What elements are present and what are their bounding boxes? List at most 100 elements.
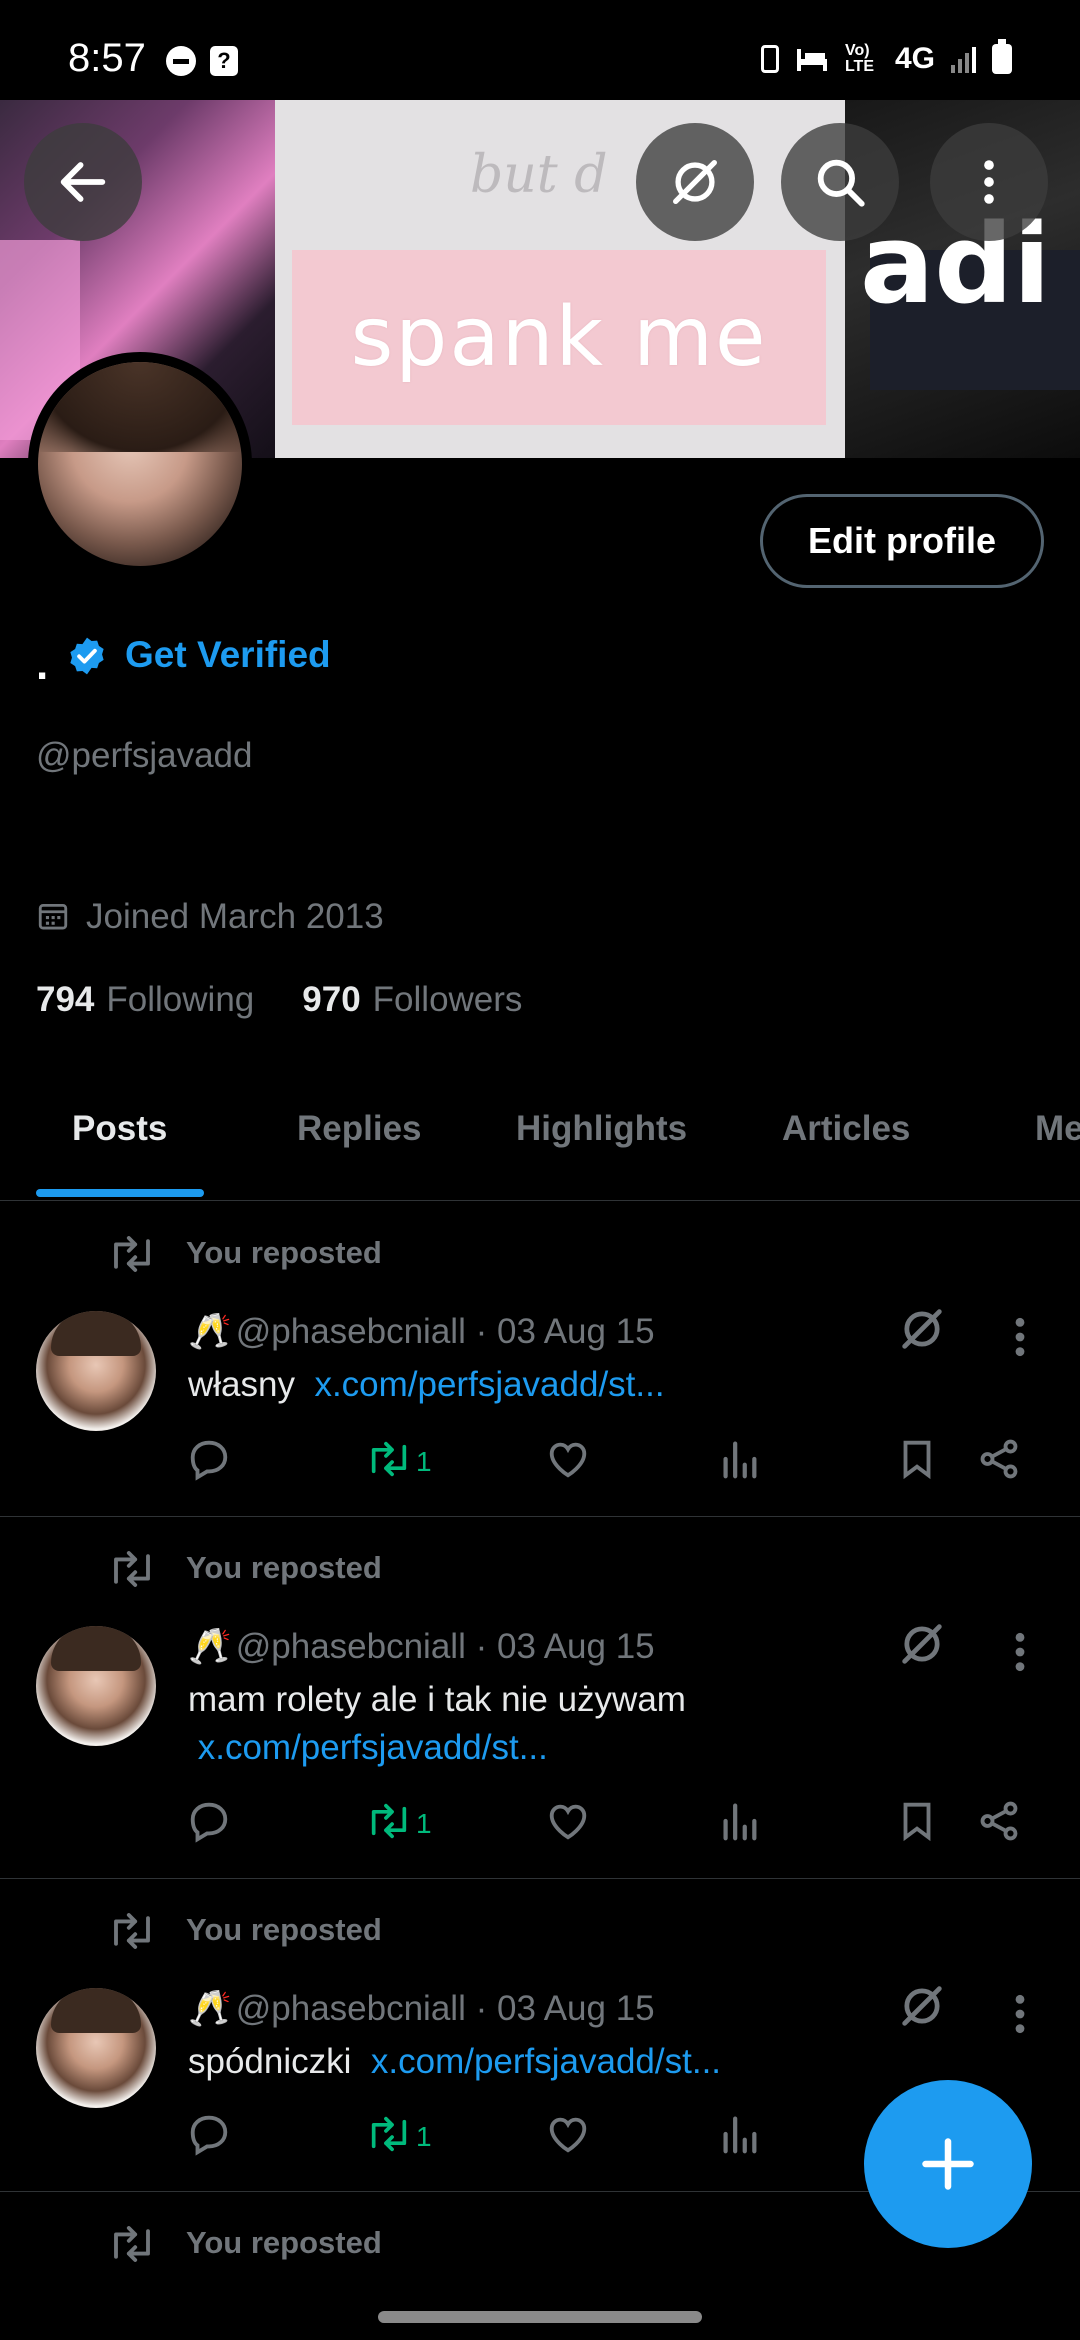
grok-icon[interactable] [896,1303,948,1355]
grok-icon[interactable] [896,1980,948,2032]
following-link[interactable]: 794 Following [36,980,254,1020]
post-more-icon[interactable] [1008,1315,1032,1359]
status-time: 8:57 [68,36,146,80]
views-icon[interactable] [716,2111,762,2157]
status-left-icons: ? [166,46,238,76]
post-author-emoji: 🥂 [188,1989,232,2028]
profile-avatar[interactable] [38,362,242,566]
get-verified-link[interactable]: Get Verified [125,634,331,676]
tab-replies[interactable]: Replies [297,1109,422,1149]
post-avatar[interactable] [36,1311,156,1431]
tab-posts[interactable]: Posts [72,1109,167,1149]
avatar-hair [38,362,242,452]
post-header: 🥂 @phasebcniall · 03 Aug 15 [188,1988,655,2029]
active-tab-indicator [36,1189,204,1197]
repost-icon [114,1551,150,1587]
post-header: 🥂 @phasebcniall · 03 Aug 15 [188,1311,655,1352]
retweet-icon[interactable] [366,1436,412,1482]
repost-icon [114,2226,150,2262]
calendar-icon [38,903,68,930]
status-right-icons: Vo) LTE 4G [760,39,1012,76]
share-icon[interactable] [976,1798,1022,1844]
grok-icon[interactable] [896,1618,948,1670]
repost-label: You reposted [186,1235,382,1270]
post-link[interactable]: x.com/perfsjavadd/st... [314,1365,664,1404]
bookmark-icon[interactable] [894,1798,940,1844]
repost-icon [114,1236,150,1272]
followers-count: 970 [302,980,361,1019]
repost-label: You reposted [186,1912,382,1947]
question-box-icon: ? [210,46,238,76]
post-author-handle[interactable]: @phasebcniall [236,1627,466,1666]
post-more-icon[interactable] [1008,1992,1032,2036]
display-name: . [36,640,49,689]
post-more-icon[interactable] [1008,1630,1032,1674]
verified-badge-icon[interactable] [66,635,108,677]
post-item[interactable]: You reposted 🥂 @phasebcniall · 03 Aug 15… [0,1516,1080,1879]
share-icon[interactable] [976,1436,1022,1482]
retweet-icon[interactable] [366,1798,412,1844]
retweet-icon[interactable] [366,2111,412,2157]
signal-icon [951,45,976,73]
following-count: 794 [36,980,95,1019]
post-header: 🥂 @phasebcniall · 03 Aug 15 [188,1626,655,1667]
following-label: Following [106,980,255,1019]
profile-handle: @perfsjavadd [36,736,253,775]
reply-icon[interactable] [186,1798,232,1844]
post-date: 03 Aug 15 [496,1989,655,2028]
edit-profile-button[interactable]: Edit profile [760,494,1044,588]
like-icon[interactable] [545,1798,591,1844]
tab-articles[interactable]: Articles [782,1109,910,1149]
post-body: własny x.com/perfsjavadd/st... [188,1361,868,1409]
grok-button[interactable] [636,123,754,241]
bookmark-icon[interactable] [894,1436,940,1482]
search-button[interactable] [781,123,899,241]
views-icon[interactable] [716,1798,762,1844]
like-icon[interactable] [545,1436,591,1482]
retweet-count: 1 [416,2121,432,2152]
post-date: 03 Aug 15 [496,1627,655,1666]
retweet-count: 1 [416,1808,432,1839]
bed-icon [796,49,827,71]
post-date: 03 Aug 15 [496,1312,655,1351]
tab-highlights[interactable]: Highlights [516,1109,687,1149]
post-author-handle[interactable]: @phasebcniall [236,1312,466,1351]
views-icon[interactable] [716,1436,762,1482]
banner-faint-text: but d [470,145,608,205]
tab-media[interactable]: Me [1035,1109,1080,1149]
banner-text: spank me [350,290,768,385]
gesture-home-bar[interactable] [378,2311,702,2323]
post-avatar-hair [51,1626,141,1671]
post-avatar[interactable] [36,1988,156,2108]
post-avatar-hair [51,1988,141,2033]
compose-post-button[interactable] [864,2080,1032,2248]
post-link[interactable]: x.com/perfsjavadd/st... [198,1728,548,1767]
post-author-handle[interactable]: @phasebcniall [236,1989,466,2028]
network-label: 4G [894,42,935,75]
arrow-left-icon [60,162,106,202]
post-body: mam rolety ale i tak nie używam x.com/pe… [188,1676,878,1772]
followers-link[interactable]: 970 Followers [302,980,522,1020]
post-avatar-hair [51,1311,141,1356]
repost-label: You reposted [186,2225,382,2260]
retweet-count: 1 [416,1446,432,1477]
like-icon[interactable] [545,2111,591,2157]
search-icon [817,159,865,207]
post-avatar[interactable] [36,1626,156,1746]
do-not-disturb-icon [166,46,196,76]
repost-label: You reposted [186,1550,382,1585]
post-author-emoji: 🥂 [188,1312,232,1351]
profile-tabs: Posts Replies Highlights Articles Me [0,1095,1080,1201]
reply-icon[interactable] [186,2111,232,2157]
grok-icon [673,160,717,204]
reply-icon[interactable] [186,1436,232,1482]
back-button[interactable] [24,123,142,241]
post-item[interactable]: You reposted 🥂 @phasebcniall · 03 Aug 15… [0,1201,1080,1517]
followers-label: Followers [372,980,523,1019]
post-separator: · [475,1312,488,1351]
more-options-button[interactable] [930,123,1048,241]
status-bar: 8:57 ? Vo) LTE 4G [0,0,1080,100]
more-vertical-icon [984,160,994,204]
battery-saver-icon [760,45,779,73]
post-link[interactable]: x.com/perfsjavadd/st... [371,2042,721,2081]
